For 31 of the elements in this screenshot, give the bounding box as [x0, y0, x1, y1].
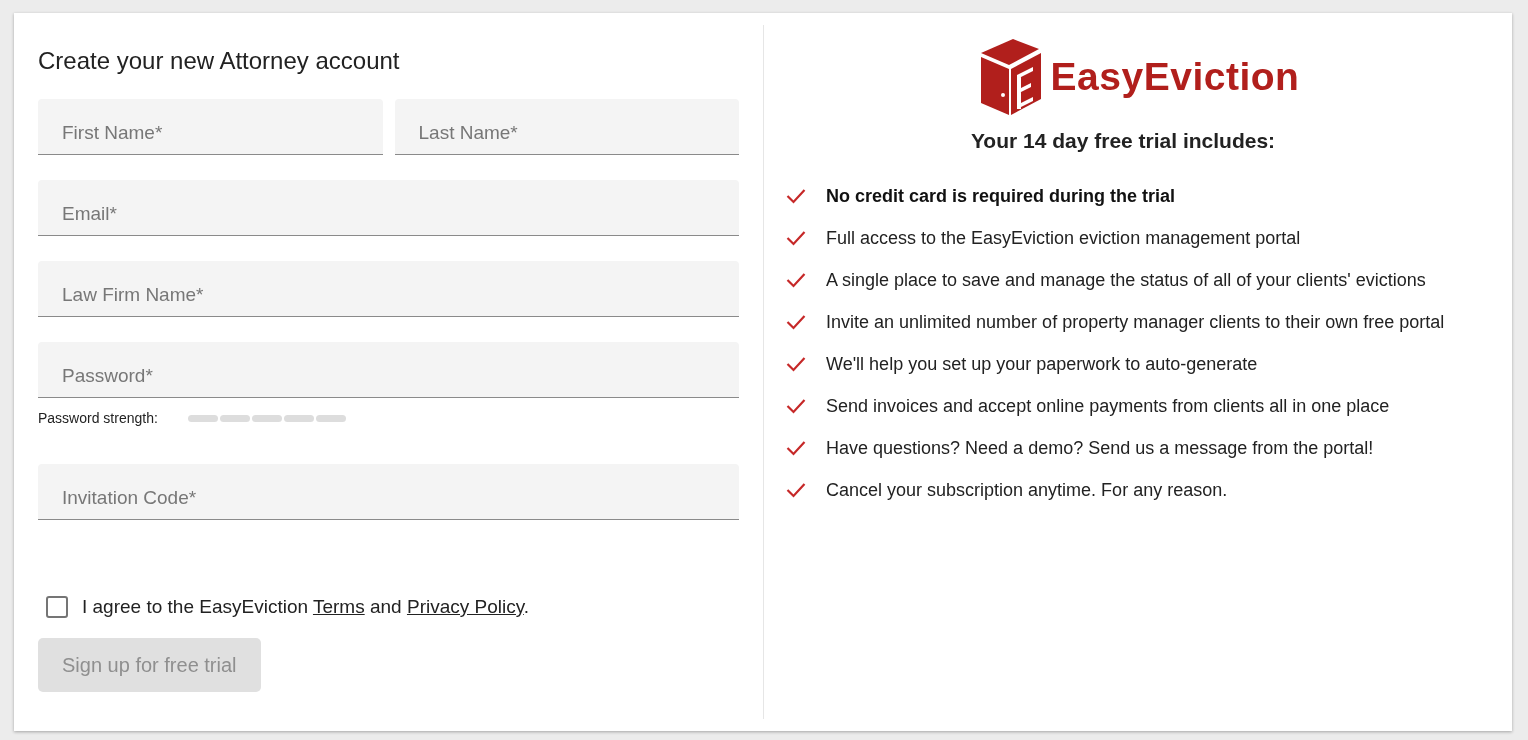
checkbox[interactable]	[46, 596, 68, 618]
feature-text: Full access to the EasyEviction eviction management portal	[826, 227, 1301, 250]
form-title: Create your new Attorney account	[38, 47, 401, 75]
feature-text: Invite an unlimited number of property manager clients to their own free portal	[826, 311, 1445, 334]
trial-heading: Your 14 day free trial includes:	[969, 129, 1277, 153]
check-icon	[786, 440, 806, 456]
feature-text: A single place to save and manage the status of all of your clients' evictions	[826, 269, 1426, 292]
check-icon	[786, 482, 806, 498]
password-strength-label: Password strength:	[38, 410, 158, 426]
feature-text: Cancel your subscription anytime. For any reason.	[826, 479, 1228, 502]
check-icon	[786, 230, 806, 246]
check-icon	[786, 314, 806, 330]
logo-text: EasyEviction	[1050, 55, 1300, 99]
feature-text: No credit card is required during the trial	[826, 185, 1176, 208]
input-field[interactable]: First Name*	[38, 99, 383, 155]
link[interactable]: Terms	[312, 596, 365, 617]
logo-icon	[980, 39, 1043, 115]
feature-text: Have questions? Need a demo? Send us a message from the portal!	[826, 437, 1374, 460]
check-icon	[786, 188, 806, 204]
input-field[interactable]: Law Firm Name*	[38, 261, 739, 317]
link[interactable]: Privacy Policy	[406, 596, 524, 617]
input-field[interactable]: Password*	[38, 342, 739, 398]
feature-text: Send invoices and accept online payments from clients all in one place	[826, 395, 1390, 418]
check-icon	[786, 398, 806, 414]
check-icon	[786, 356, 806, 372]
input-field[interactable]: Invitation Code*	[38, 464, 739, 520]
input-field[interactable]: Last Name*	[394, 99, 739, 155]
feature-text: We'll help you set up your paperwork to auto-generate	[826, 353, 1258, 376]
input-field[interactable]: Email*	[38, 180, 739, 236]
agreement-text: I agree to the EasyEviction Terms and Privacy Policy.	[82, 596, 530, 618]
check-icon	[786, 272, 806, 288]
